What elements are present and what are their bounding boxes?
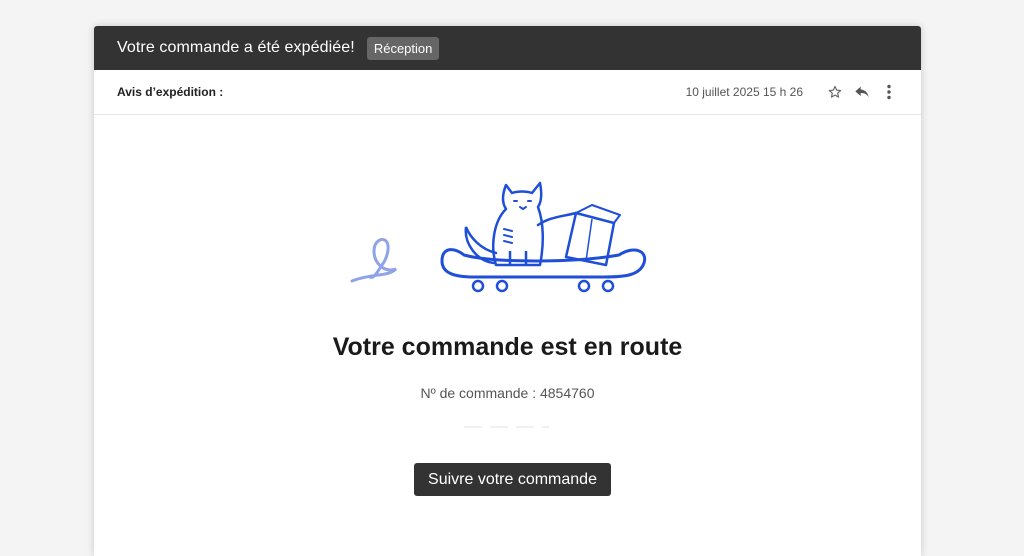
order-number: Nº de commande : 4854760 — [420, 385, 595, 401]
email-window: Votre commande a été expédiée! Réception… — [94, 26, 921, 556]
email-meta-bar: Avis d’expédition : 10 juillet 2025 15 h… — [94, 70, 921, 115]
sender-name: Avis d’expédition : — [117, 85, 224, 99]
email-body: Votre commande est en route Nº de comman… — [94, 115, 921, 535]
reply-icon[interactable] — [853, 83, 871, 101]
star-icon[interactable] — [826, 83, 844, 101]
inbox-label-badge[interactable]: Réception — [366, 36, 440, 60]
track-order-button[interactable]: Suivre votre commande — [414, 463, 611, 496]
more-vertical-icon[interactable] — [880, 83, 898, 101]
cat-skateboard-illustration — [350, 181, 647, 293]
meta-actions: 10 juillet 2025 15 h 26 — [686, 83, 898, 101]
email-subject: Votre commande a été expédiée! — [117, 39, 355, 56]
email-date: 10 juillet 2025 15 h 26 — [685, 85, 803, 99]
divider — [464, 426, 549, 428]
email-titlebar: Votre commande a été expédiée! Réception — [94, 26, 921, 70]
headline: Votre commande est en route — [332, 333, 683, 361]
